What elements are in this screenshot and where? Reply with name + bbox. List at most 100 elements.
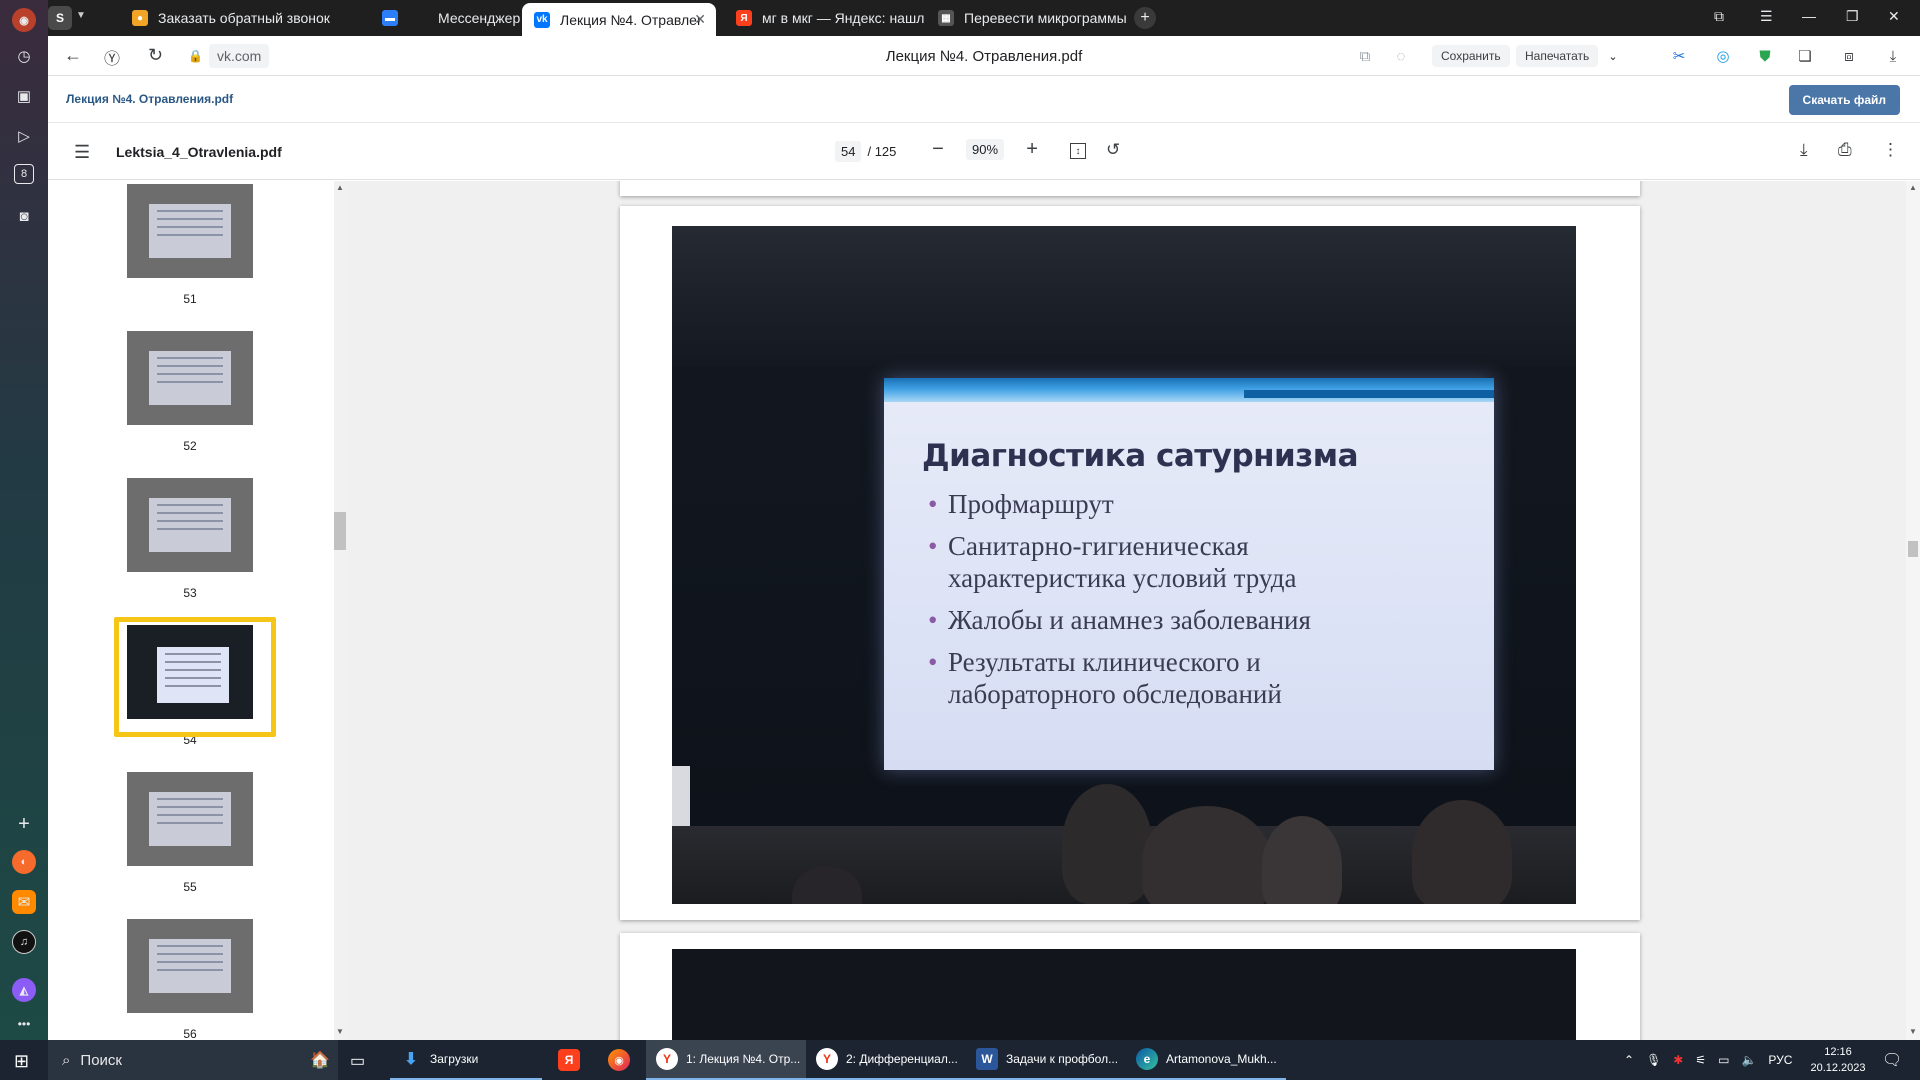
yandex-icon[interactable]: Я: [558, 1049, 580, 1071]
history-icon[interactable]: ◷: [12, 44, 36, 68]
translate-icon[interactable]: ◎: [1712, 45, 1734, 67]
taskbar-app-downloads[interactable]: ⬇ Загрузки: [390, 1040, 542, 1080]
projected-slide: Диагностика сатурнизма Профмаршрут Санит…: [884, 378, 1494, 770]
address-bar: ← Ⓨ ↻ 🔒 vk.com Лекция №4. Отравления.pdf…: [48, 36, 1920, 76]
profile-avatar[interactable]: ◉: [12, 8, 36, 32]
fit-page-icon[interactable]: ↕: [1070, 143, 1086, 159]
reload-icon[interactable]: ↻: [148, 45, 163, 66]
thumbnail-page[interactable]: 55: [127, 772, 253, 894]
slide-title: Диагностика сатурнизма: [922, 438, 1359, 474]
music-icon[interactable]: ♫: [12, 930, 36, 954]
window-close-icon[interactable]: ✕: [1888, 8, 1900, 25]
thumbnail-page[interactable]: 51: [127, 184, 253, 306]
scroll-up-icon[interactable]: ▲: [336, 183, 344, 192]
zoom-level[interactable]: 90%: [966, 139, 1005, 160]
comment-icon[interactable]: ◌: [1390, 45, 1412, 67]
reader-icon[interactable]: ⧉: [1354, 45, 1376, 67]
firefox-icon[interactable]: ◉: [608, 1049, 630, 1071]
chevron-up-icon[interactable]: ⌃: [1624, 1053, 1634, 1067]
more-options-icon[interactable]: ⋮: [1882, 140, 1899, 160]
collections-icon[interactable]: ❏: [1794, 45, 1816, 67]
video-icon[interactable]: ▷: [12, 124, 36, 148]
tab-callback[interactable]: ● Заказать обратный звонок: [120, 4, 370, 32]
yandex-home-icon[interactable]: Ⓨ: [104, 45, 120, 69]
extensions-icon[interactable]: ⧈: [1838, 45, 1860, 67]
url-host[interactable]: vk.com: [208, 44, 270, 68]
menu-icon[interactable]: ☰: [1760, 8, 1773, 25]
clock[interactable]: 12:16 20.12.2023: [1808, 1044, 1868, 1076]
tab-yandex-search[interactable]: Я мг в мкг — Яндекс: нашлось: [724, 4, 924, 32]
collections-icon[interactable]: ▣: [12, 84, 36, 108]
print-icon[interactable]: ⎙: [1838, 140, 1852, 160]
close-icon[interactable]: ✕: [694, 11, 706, 28]
add-panel-icon[interactable]: +: [12, 812, 36, 836]
download-file-button[interactable]: Скачать файл: [1788, 85, 1900, 115]
app-tray-icon[interactable]: ✱: [1673, 1053, 1683, 1067]
calendar-icon[interactable]: 8: [14, 164, 34, 184]
windows-start-icon[interactable]: ⊞: [14, 1051, 29, 1072]
alice-icon[interactable]: ◭: [12, 978, 36, 1002]
language-indicator[interactable]: РУС: [1768, 1053, 1792, 1067]
task-view-icon[interactable]: ▭: [350, 1051, 365, 1071]
shield-icon[interactable]: ⛊: [1754, 45, 1776, 67]
rotate-icon[interactable]: ↺: [1106, 140, 1120, 160]
zoom-out-button[interactable]: −: [928, 138, 948, 161]
tab-converter[interactable]: ▦ Перевести микрограммы: [926, 4, 1126, 32]
tab-lecture-pdf[interactable]: vk Лекция №4. Отравления.pdf ✕: [522, 3, 716, 36]
extension-tools-icon[interactable]: ✂: [1668, 45, 1690, 67]
scroll-down-icon[interactable]: ▼: [1909, 1027, 1917, 1036]
minimize-icon[interactable]: —: [1802, 8, 1816, 24]
viewer-scrollbar[interactable]: ▲ ▼: [1906, 181, 1920, 1040]
taskbar-app-word[interactable]: W Задачи к профбол...: [966, 1040, 1126, 1080]
clock-time: 12:16: [1824, 1046, 1852, 1058]
thumbnail-page[interactable]: 56: [127, 919, 253, 1040]
scrollbar-thumb[interactable]: [334, 512, 346, 550]
thumbnail-image: [127, 184, 253, 278]
zoom-in-button[interactable]: +: [1022, 138, 1042, 161]
zen-icon[interactable]: ◐: [12, 850, 36, 874]
taskbar-app-edge[interactable]: e Artamonova_Mukh...: [1126, 1040, 1286, 1080]
search-icon: ⌕: [62, 1051, 71, 1069]
page-indicator: 54 / 125: [835, 141, 896, 162]
new-tab-button[interactable]: +: [1134, 7, 1156, 29]
document-name[interactable]: Лекция №4. Отравления.pdf: [66, 92, 233, 106]
screenshot-icon[interactable]: ◙: [12, 204, 36, 228]
thumbnail-page[interactable]: 52: [127, 331, 253, 453]
network-off-icon[interactable]: ⚟: [1695, 1053, 1706, 1067]
current-page-input[interactable]: 54: [835, 141, 862, 162]
back-icon[interactable]: ←: [64, 45, 82, 66]
taskbar-app-label: Задачи к профбол...: [1006, 1052, 1119, 1066]
scrollbar-thumb[interactable]: [1908, 541, 1918, 557]
save-button[interactable]: Сохранить: [1432, 45, 1510, 67]
thumbnail-page-selected[interactable]: 54: [114, 617, 276, 747]
notifications-icon[interactable]: 🗨: [1882, 1050, 1902, 1070]
restore-icon[interactable]: ❐: [1846, 8, 1859, 25]
taskbar-app-browser-2[interactable]: Y 2: Дифференциал...: [806, 1040, 966, 1080]
slide-bullet: Санитарно-гигиеническая характеристика у…: [928, 530, 1398, 594]
print-button[interactable]: Напечатать: [1516, 45, 1599, 67]
scroll-up-icon[interactable]: ▲: [1909, 183, 1917, 192]
volume-icon[interactable]: 🔈: [1741, 1053, 1756, 1067]
chevron-down-icon[interactable]: ▼: [76, 10, 86, 21]
network-icon[interactable]: ▭: [1718, 1053, 1729, 1067]
microphone-icon[interactable]: 🎙: [1646, 1053, 1661, 1067]
thumbnail-page[interactable]: 53: [127, 478, 253, 600]
more-icon[interactable]: •••: [12, 1012, 36, 1036]
thumbnail-number: 52: [183, 439, 197, 453]
bookmarks-icon[interactable]: ⧉: [1714, 8, 1724, 25]
thumbnails-scrollbar[interactable]: ▲ ▼: [334, 181, 346, 1040]
download-icon[interactable]: ⤓: [1800, 140, 1808, 160]
chevron-down-icon[interactable]: ⌄: [1602, 45, 1624, 67]
workspace-button[interactable]: S: [48, 6, 72, 30]
yandex-browser-icon: Y: [656, 1048, 678, 1070]
mail-icon[interactable]: ✉: [12, 890, 36, 914]
sidebar-menu-icon[interactable]: ☰: [74, 142, 90, 163]
vk-icon: vk: [534, 11, 550, 28]
converter-icon: ▦: [938, 10, 954, 26]
taskbar-app-browser-1[interactable]: Y 1: Лекция №4. Отр...: [646, 1040, 806, 1080]
search-highlight-icon: 🏠: [310, 1052, 330, 1069]
download-icon[interactable]: ⤓: [1882, 45, 1904, 67]
taskbar-search[interactable]: ⌕ Поиск 🏠: [48, 1040, 338, 1080]
scroll-down-icon[interactable]: ▼: [336, 1027, 344, 1036]
url-box[interactable]: 🔒 vk.com: [188, 43, 270, 69]
